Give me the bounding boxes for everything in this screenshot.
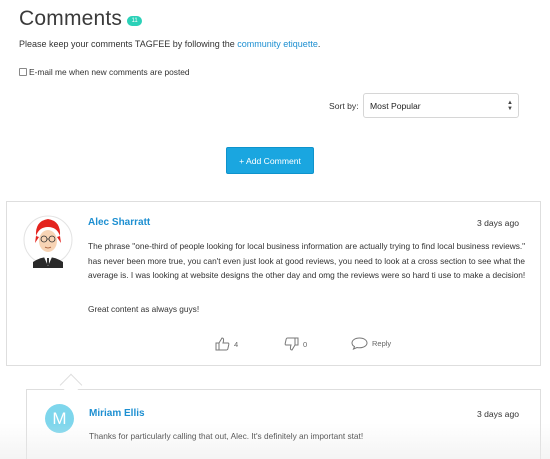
comment-body: The phrase "one-third of people looking …: [88, 241, 526, 281]
email-notify-label: E-mail me when new comments are posted: [29, 67, 190, 77]
dislike-count: 0: [303, 339, 308, 349]
comment-timestamp: 3 days ago: [476, 218, 519, 228]
thumbs-up-button[interactable]: 4: [215, 337, 238, 351]
reply-button[interactable]: Reply: [351, 337, 391, 350]
intro-text: Please keep your comments TAGFEE by foll…: [19, 39, 320, 49]
comment-count-badge: 11: [127, 16, 143, 26]
community-etiquette-link[interactable]: community etiquette: [237, 39, 318, 49]
like-count: 4: [234, 339, 239, 349]
sort-select[interactable]: Most Popular ▲ ▼: [363, 93, 519, 118]
reply-timestamp: 3 days ago: [476, 409, 519, 419]
comment-author[interactable]: Alec Sharratt: [88, 217, 150, 228]
select-arrows-icon: ▲ ▼: [507, 100, 513, 112]
reply-label: Reply: [372, 339, 392, 348]
email-notify-checkbox[interactable]: [19, 68, 27, 76]
reply-author[interactable]: Miriam Ellis: [89, 408, 145, 419]
comment-body-extra: Great content as always guys!: [88, 304, 200, 314]
speech-bubble-icon: [351, 337, 368, 350]
page-title: Comments: [19, 7, 123, 30]
reply-card: M Miriam Ellis 3 days ago Thanks for par…: [26, 389, 541, 459]
cartoon-avatar-icon[interactable]: [23, 210, 73, 270]
intro-text-after: .: [317, 39, 321, 49]
comments-header: Comments 11: [19, 7, 143, 31]
add-comment-button[interactable]: + Add Comment: [226, 147, 314, 174]
comment-actions: 4 0 Reply: [7, 337, 540, 351]
avatar[interactable]: M: [45, 404, 74, 433]
intro-text-before: Please keep your comments TAGFEE by foll…: [19, 39, 238, 49]
sort-selected-value: Most Popular: [370, 100, 421, 111]
thumbs-up-icon: [215, 337, 230, 351]
thumbs-down-icon: [284, 337, 299, 351]
comment-card: Alec Sharratt 3 days ago The phrase "one…: [6, 201, 541, 366]
sort-label: Sort by:: [329, 101, 359, 111]
thumbs-down-button[interactable]: 0: [284, 337, 307, 351]
reply-body: Thanks for particularly calling that out…: [89, 431, 364, 441]
email-notify-option[interactable]: E-mail me when new comments are posted: [19, 67, 190, 77]
